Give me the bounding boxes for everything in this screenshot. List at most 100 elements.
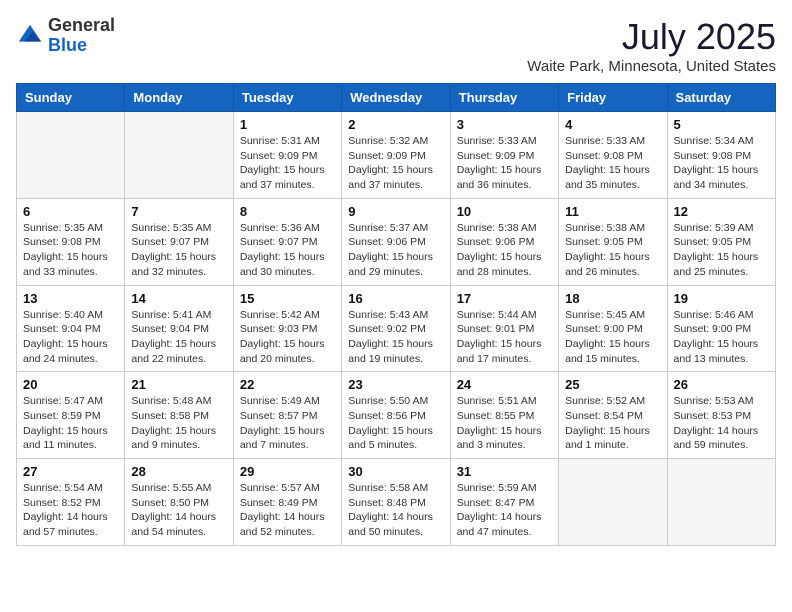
calendar-cell: 14Sunrise: 5:41 AMSunset: 9:04 PMDayligh…	[125, 285, 233, 372]
day-detail: Sunrise: 5:57 AMSunset: 8:49 PMDaylight:…	[240, 481, 335, 540]
day-detail: Sunrise: 5:38 AMSunset: 9:05 PMDaylight:…	[565, 221, 660, 280]
day-number: 10	[457, 204, 552, 219]
day-number: 18	[565, 291, 660, 306]
calendar-cell: 13 Sunrise: 5:40 AMSunset: 9:04 PMDayligh…	[17, 285, 125, 372]
calendar-cell: 15 Sunrise: 5:42 AMSunset: 9:03 PMDayligh…	[233, 285, 341, 372]
calendar-table: SundayMondayTuesdayWednesdayThursdayFrid…	[16, 83, 776, 546]
calendar-cell: 8 Sunrise: 5:36 AMSunset: 9:07 PMDaylight…	[233, 198, 341, 285]
day-detail: Sunrise: 5:49 AMSunset: 8:57 PMDaylight:…	[240, 394, 335, 453]
logo: General Blue	[16, 16, 115, 56]
day-detail: Sunrise: 5:38 AMSunset: 9:06 PMDaylight:…	[457, 221, 552, 280]
calendar-cell: 16 Sunrise: 5:43 AMSunset: 9:02 PMDayligh…	[342, 285, 450, 372]
weekday-header: Monday	[125, 84, 233, 112]
calendar-cell	[667, 459, 775, 546]
calendar-cell: 12Sunrise: 5:39 AMSunset: 9:05 PMDayligh…	[667, 198, 775, 285]
day-number: 4	[565, 117, 660, 132]
calendar-cell: 18 Sunrise: 5:45 AMSunset: 9:00 PMDayligh…	[559, 285, 667, 372]
calendar-cell: 4Sunrise: 5:33 AMSunset: 9:08 PMDaylight…	[559, 112, 667, 199]
calendar-cell: 9 Sunrise: 5:37 AMSunset: 9:06 PMDaylight…	[342, 198, 450, 285]
calendar-cell: 21 Sunrise: 5:48 AMSunset: 8:58 PMDayligh…	[125, 372, 233, 459]
weekday-header: Wednesday	[342, 84, 450, 112]
calendar-cell: 23Sunrise: 5:50 AMSunset: 8:56 PMDayligh…	[342, 372, 450, 459]
calendar-cell	[559, 459, 667, 546]
day-number: 20	[23, 377, 118, 392]
calendar-cell: 19 Sunrise: 5:46 AMSunset: 9:00 PMDayligh…	[667, 285, 775, 372]
day-number: 25	[565, 377, 660, 392]
weekday-header: Sunday	[17, 84, 125, 112]
calendar-cell: 30 Sunrise: 5:58 AMSunset: 8:48 PMDayligh…	[342, 459, 450, 546]
calendar-cell: 29 Sunrise: 5:57 AMSunset: 8:49 PMDayligh…	[233, 459, 341, 546]
day-number: 24	[457, 377, 552, 392]
day-number: 13	[23, 291, 118, 306]
weekday-header: Tuesday	[233, 84, 341, 112]
day-detail: Sunrise: 5:39 AMSunset: 9:05 PMDaylight:…	[674, 221, 769, 280]
calendar-cell: 5 Sunrise: 5:34 AMSunset: 9:08 PMDaylight…	[667, 112, 775, 199]
day-number: 22	[240, 377, 335, 392]
calendar-cell: 2Sunrise: 5:32 AMSunset: 9:09 PMDaylight…	[342, 112, 450, 199]
day-detail: Sunrise: 5:36 AMSunset: 9:07 PMDaylight:…	[240, 221, 335, 280]
day-detail: Sunrise: 5:58 AMSunset: 8:48 PMDaylight:…	[348, 481, 443, 540]
day-number: 8	[240, 204, 335, 219]
calendar-cell: 10 Sunrise: 5:38 AMSunset: 9:06 PMDayligh…	[450, 198, 558, 285]
calendar-cell: 28 Sunrise: 5:55 AMSunset: 8:50 PMDayligh…	[125, 459, 233, 546]
calendar-cell: 1Sunrise: 5:31 AMSunset: 9:09 PMDaylight…	[233, 112, 341, 199]
day-number: 16	[348, 291, 443, 306]
calendar-cell: 11 Sunrise: 5:38 AMSunset: 9:05 PMDayligh…	[559, 198, 667, 285]
day-detail: Sunrise: 5:37 AMSunset: 9:06 PMDaylight:…	[348, 221, 443, 280]
day-number: 30	[348, 464, 443, 479]
day-number: 11	[565, 204, 660, 219]
day-number: 6	[23, 204, 118, 219]
day-number: 9	[348, 204, 443, 219]
day-detail: Sunrise: 5:46 AMSunset: 9:00 PMDaylight:…	[674, 308, 769, 367]
day-number: 29	[240, 464, 335, 479]
day-number: 28	[131, 464, 226, 479]
calendar-cell	[17, 112, 125, 199]
day-number: 19	[674, 291, 769, 306]
day-detail: Sunrise: 5:45 AMSunset: 9:00 PMDaylight:…	[565, 308, 660, 367]
weekday-header: Friday	[559, 84, 667, 112]
calendar-cell: 26 Sunrise: 5:53 AMSunset: 8:53 PMDayligh…	[667, 372, 775, 459]
calendar-cell: 7Sunrise: 5:35 AMSunset: 9:07 PMDaylight…	[125, 198, 233, 285]
day-number: 17	[457, 291, 552, 306]
weekday-header: Thursday	[450, 84, 558, 112]
page-header: General Blue July 2025 Waite Park, Minne…	[16, 16, 776, 75]
day-number: 26	[674, 377, 769, 392]
day-detail: Sunrise: 5:43 AMSunset: 9:02 PMDaylight:…	[348, 308, 443, 367]
calendar-cell: 27 Sunrise: 5:54 AMSunset: 8:52 PMDayligh…	[17, 459, 125, 546]
calendar-cell: 17 Sunrise: 5:44 AMSunset: 9:01 PMDayligh…	[450, 285, 558, 372]
day-detail: Sunrise: 5:47 AMSunset: 8:59 PMDaylight:…	[23, 394, 118, 453]
day-detail: Sunrise: 5:40 AMSunset: 9:04 PMDaylight:…	[23, 308, 118, 367]
day-detail: Sunrise: 5:53 AMSunset: 8:53 PMDaylight:…	[674, 394, 769, 453]
calendar-cell: 20 Sunrise: 5:47 AMSunset: 8:59 PMDayligh…	[17, 372, 125, 459]
logo-blue-text: Blue	[48, 35, 87, 55]
day-detail: Sunrise: 5:59 AMSunset: 8:47 PMDaylight:…	[457, 481, 552, 540]
day-detail: Sunrise: 5:35 AMSunset: 9:08 PMDaylight:…	[23, 221, 118, 280]
day-number: 31	[457, 464, 552, 479]
day-detail: Sunrise: 5:44 AMSunset: 9:01 PMDaylight:…	[457, 308, 552, 367]
calendar-cell: 3Sunrise: 5:33 AMSunset: 9:09 PMDaylight…	[450, 112, 558, 199]
day-detail: Sunrise: 5:42 AMSunset: 9:03 PMDaylight:…	[240, 308, 335, 367]
calendar-cell: 22 Sunrise: 5:49 AMSunset: 8:57 PMDayligh…	[233, 372, 341, 459]
day-detail: Sunrise: 5:32 AMSunset: 9:09 PMDaylight:…	[348, 134, 443, 193]
weekday-header: Saturday	[667, 84, 775, 112]
day-number: 3	[457, 117, 552, 132]
day-number: 23	[348, 377, 443, 392]
day-number: 5	[674, 117, 769, 132]
day-detail: Sunrise: 5:52 AMSunset: 8:54 PMDaylight:…	[565, 394, 660, 453]
day-detail: Sunrise: 5:54 AMSunset: 8:52 PMDaylight:…	[23, 481, 118, 540]
day-detail: Sunrise: 5:31 AMSunset: 9:09 PMDaylight:…	[240, 134, 335, 193]
day-number: 15	[240, 291, 335, 306]
day-detail: Sunrise: 5:34 AMSunset: 9:08 PMDaylight:…	[674, 134, 769, 193]
day-detail: Sunrise: 5:55 AMSunset: 8:50 PMDaylight:…	[131, 481, 226, 540]
day-number: 27	[23, 464, 118, 479]
calendar-cell	[125, 112, 233, 199]
title-block: July 2025 Waite Park, Minnesota, United …	[527, 16, 776, 75]
logo-general-text: General	[48, 15, 115, 35]
day-number: 21	[131, 377, 226, 392]
calendar-cell: 31 Sunrise: 5:59 AMSunset: 8:47 PMDayligh…	[450, 459, 558, 546]
day-detail: Sunrise: 5:35 AMSunset: 9:07 PMDaylight:…	[131, 221, 226, 280]
day-number: 14	[131, 291, 226, 306]
day-detail: Sunrise: 5:48 AMSunset: 8:58 PMDaylight:…	[131, 394, 226, 453]
calendar-cell: 6 Sunrise: 5:35 AMSunset: 9:08 PMDaylight…	[17, 198, 125, 285]
day-detail: Sunrise: 5:51 AMSunset: 8:55 PMDaylight:…	[457, 394, 552, 453]
